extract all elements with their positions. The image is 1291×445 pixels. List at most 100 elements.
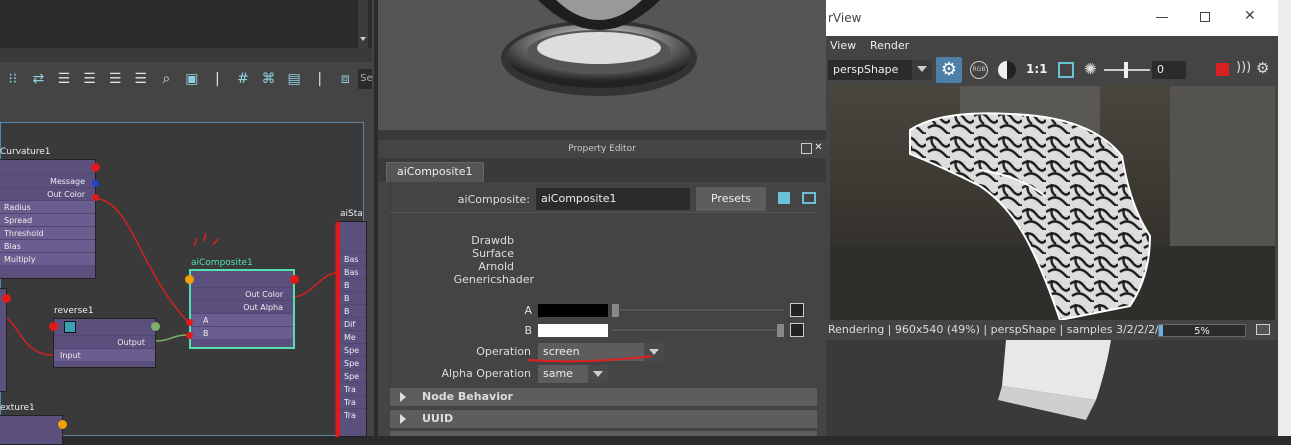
b-port[interactable] bbox=[186, 332, 193, 339]
node-port-outcolor: Out Color bbox=[191, 287, 293, 300]
swap-icon[interactable]: ⇄ bbox=[26, 67, 52, 91]
node-title: aiComposite1 bbox=[191, 258, 253, 268]
close-icon[interactable]: ✕ bbox=[1244, 8, 1256, 24]
reverse-node[interactable]: reverse1 Output Input bbox=[49, 306, 160, 368]
tab-bar: aiComposite1 bbox=[378, 158, 826, 182]
render-view-toolbar: perspShape ⚙ RGB 1:1 ✺ 0 ))) ⚙ bbox=[826, 56, 1278, 84]
section-node-behavior[interactable]: Node Behavior bbox=[390, 388, 817, 406]
node-port-threshold: Threshold bbox=[0, 226, 95, 239]
alpha-operation-label: Alpha Operation bbox=[441, 367, 531, 380]
node-port-outalpha: Out Alpha bbox=[191, 300, 293, 313]
node-port-radius: Radius bbox=[0, 200, 95, 213]
input-port[interactable] bbox=[185, 275, 194, 284]
b-map-button[interactable] bbox=[790, 323, 804, 337]
output-port[interactable] bbox=[58, 420, 67, 429]
node-title: exture1 bbox=[0, 403, 35, 413]
new-window-icon[interactable] bbox=[802, 192, 816, 204]
attr-icon[interactable]: ⁝⁝ bbox=[0, 67, 26, 91]
node-port: B bbox=[340, 291, 366, 304]
tab-aicomposite[interactable]: aiComposite1 bbox=[386, 162, 484, 182]
aistandard-node[interactable]: aiSta Bas Bas B B B Dif Me Spe Spe Spe T… bbox=[337, 209, 367, 437]
annotation-underline bbox=[527, 355, 653, 363]
minimize-icon[interactable] bbox=[1156, 17, 1168, 18]
render-progress-text: 5% bbox=[1194, 326, 1210, 337]
node-port: Bas bbox=[340, 252, 366, 265]
camera-dropdown[interactable]: perspShape bbox=[828, 60, 932, 80]
node-graph[interactable]: Curvature1 Message Out Color Radius Spre… bbox=[0, 122, 367, 445]
a-map-button[interactable] bbox=[790, 303, 804, 317]
float-icon[interactable] bbox=[801, 143, 812, 154]
node-type-label: aiComposite: bbox=[457, 193, 530, 206]
b-slider-track[interactable] bbox=[612, 329, 776, 331]
node-header-bar bbox=[0, 160, 95, 174]
alpha-operation-dropdown[interactable]: same bbox=[538, 365, 608, 383]
output-port[interactable] bbox=[290, 275, 299, 284]
input-port[interactable] bbox=[49, 322, 58, 331]
search-icon[interactable]: ⌕ bbox=[153, 67, 179, 91]
exposure-handle[interactable] bbox=[1124, 62, 1128, 78]
aicomposite-node[interactable]: aiComposite1 Out Color Out Alpha A B bbox=[185, 258, 299, 349]
message-port[interactable] bbox=[92, 180, 99, 187]
rgb-icon[interactable]: RGB bbox=[970, 61, 988, 79]
node-header-bar bbox=[54, 319, 155, 335]
frame-icon[interactable] bbox=[1058, 62, 1074, 78]
node-port-spread: Spread bbox=[0, 213, 95, 226]
display-icon[interactable] bbox=[998, 61, 1016, 79]
ratio-button[interactable]: 1:1 bbox=[1026, 62, 1048, 76]
curvature-node[interactable]: Curvature1 Message Out Color Radius Spre… bbox=[0, 147, 100, 279]
menu-view[interactable]: View bbox=[830, 39, 856, 52]
grid-icon[interactable]: # bbox=[230, 67, 256, 91]
b-color-swatch[interactable] bbox=[538, 324, 608, 337]
settings-gear-icon[interactable]: ⚙ bbox=[1256, 59, 1269, 77]
section-uuid[interactable]: UUID bbox=[390, 410, 817, 428]
b-slider-handle[interactable] bbox=[777, 324, 784, 337]
a-port[interactable] bbox=[186, 319, 193, 326]
property-editor-title: Property Editor ✕ bbox=[378, 140, 826, 158]
layout-icon[interactable]: ⧈ bbox=[333, 67, 359, 91]
node-port-output: Output bbox=[54, 335, 155, 348]
render-view-titlebar: rView ✕ bbox=[826, 0, 1278, 36]
node-port: Tra bbox=[340, 382, 366, 395]
node-name-field[interactable]: aiComposite1 bbox=[536, 188, 690, 210]
section-collapsed[interactable] bbox=[390, 431, 817, 436]
refresh-icon[interactable]: ✺ bbox=[1084, 60, 1097, 78]
output-port[interactable] bbox=[91, 163, 100, 172]
node-port: Spe bbox=[340, 369, 366, 382]
output-port[interactable] bbox=[2, 294, 11, 303]
snap-icon[interactable]: ⌘ bbox=[256, 67, 282, 91]
search-field-stub[interactable]: Se bbox=[358, 69, 373, 89]
node-port: Tra bbox=[340, 408, 366, 421]
stop-icon[interactable] bbox=[1216, 63, 1229, 76]
list3-icon[interactable]: ☰ bbox=[102, 67, 128, 91]
ipr-render-icon[interactable]: ⚙ bbox=[936, 57, 962, 83]
divider bbox=[378, 130, 826, 140]
a-slider-track[interactable] bbox=[620, 309, 784, 311]
outcolor-port[interactable] bbox=[92, 194, 99, 201]
node-port: B bbox=[340, 304, 366, 317]
exposure-field[interactable]: 0 bbox=[1152, 61, 1186, 79]
snapshot-icon[interactable] bbox=[1256, 324, 1270, 335]
broadcast-icon[interactable]: ))) bbox=[1236, 60, 1251, 75]
close-icon[interactable]: ✕ bbox=[813, 143, 824, 154]
offscreen-node[interactable] bbox=[0, 288, 11, 392]
chevron-down-icon bbox=[588, 365, 608, 383]
a-color-swatch[interactable] bbox=[538, 304, 608, 317]
node-port-message: Message bbox=[0, 174, 95, 187]
render-viewport[interactable] bbox=[830, 86, 1275, 320]
presets-button[interactable]: Presets bbox=[696, 187, 766, 211]
list4-icon[interactable]: ☰ bbox=[128, 67, 154, 91]
maximize-icon[interactable] bbox=[1200, 12, 1210, 22]
menu-render[interactable]: Render bbox=[870, 39, 909, 52]
output-port[interactable] bbox=[151, 322, 160, 331]
texture-node[interactable]: exture1 bbox=[0, 403, 67, 445]
scrollbar[interactable] bbox=[358, 0, 368, 48]
render-view-lower bbox=[826, 340, 1278, 436]
copy-tab-icon[interactable] bbox=[778, 192, 790, 204]
node-port-a: A bbox=[191, 313, 293, 326]
a-label: A bbox=[524, 304, 532, 317]
list-icon[interactable]: ☰ bbox=[51, 67, 77, 91]
list2-icon[interactable]: ☰ bbox=[77, 67, 103, 91]
frame-icon[interactable]: ▣ bbox=[179, 67, 205, 91]
camera-icon[interactable]: ▤ bbox=[281, 67, 307, 91]
a-slider-handle[interactable] bbox=[612, 304, 619, 317]
